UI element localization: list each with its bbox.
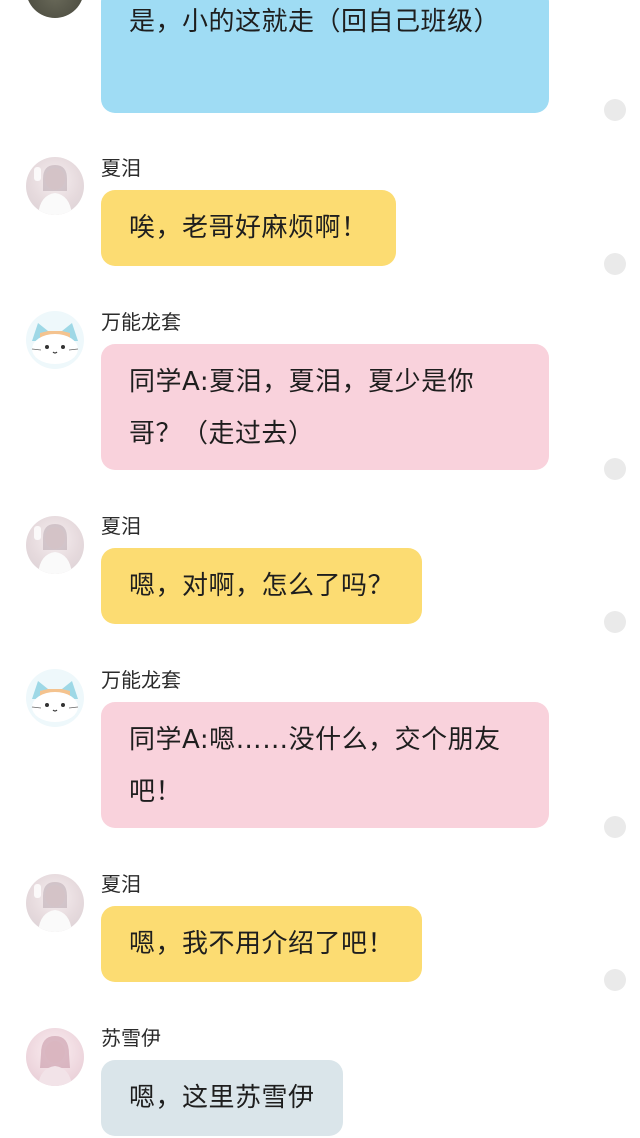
avatar[interactable] [26,0,84,18]
message-bubble: 同学A:夏泪，夏泪，夏少是你哥？（走过去） [101,344,549,470]
avatar[interactable] [26,1028,84,1086]
girl-avatar-icon [38,1036,72,1086]
avatar[interactable] [26,157,84,215]
sender-name: 夏泪 [101,514,141,538]
sender-name: 万能龙套 [101,668,181,692]
cat-avatar-icon [31,323,79,364]
message-text: 同学A:夏泪，夏泪，夏少是你哥？（走过去） [129,367,475,449]
avatar[interactable] [26,874,84,932]
message-text: 嗯，对啊，怎么了吗？ [129,571,395,601]
cat-avatar-icon [31,681,79,722]
message-select-dot[interactable] [604,969,626,991]
message-select-dot[interactable] [604,253,626,275]
girl-avatar-icon [34,165,72,215]
message-text: 是，小的这就走（回自己班级） [129,7,501,37]
message-text: 嗯，我不用介绍了吧！ [129,929,395,959]
message-select-dot[interactable] [604,458,626,480]
sender-name: 苏雪伊 [101,1026,161,1050]
message-text: 嗯，这里苏雪伊 [129,1083,315,1113]
message-bubble: 唉，老哥好麻烦啊！ [101,190,396,266]
avatar[interactable] [26,311,84,369]
message-bubble: 是，小的这就走（回自己班级） [101,0,549,113]
message-select-dot[interactable] [604,611,626,633]
message-text: 唉，老哥好麻烦啊！ [129,213,368,243]
message-select-dot[interactable] [604,816,626,838]
message-bubble: 嗯，对啊，怎么了吗？ [101,548,423,624]
avatar[interactable] [26,669,84,727]
message-bubble: 同学A:嗯……没什么，交个朋友吧！ [101,702,549,828]
message-bubble: 嗯，这里苏雪伊 [101,1060,343,1136]
message-bubble: 嗯，我不用介绍了吧！ [101,906,423,982]
sender-name: 夏泪 [101,156,141,180]
girl-avatar-icon [34,524,72,574]
message-text: 同学A:嗯……没什么，交个朋友吧！ [129,725,501,807]
sender-name: 万能龙套 [101,310,181,334]
sender-name: 夏泪 [101,872,141,896]
avatar[interactable] [26,516,84,574]
girl-avatar-icon [34,882,72,932]
message-select-dot[interactable] [604,99,626,121]
